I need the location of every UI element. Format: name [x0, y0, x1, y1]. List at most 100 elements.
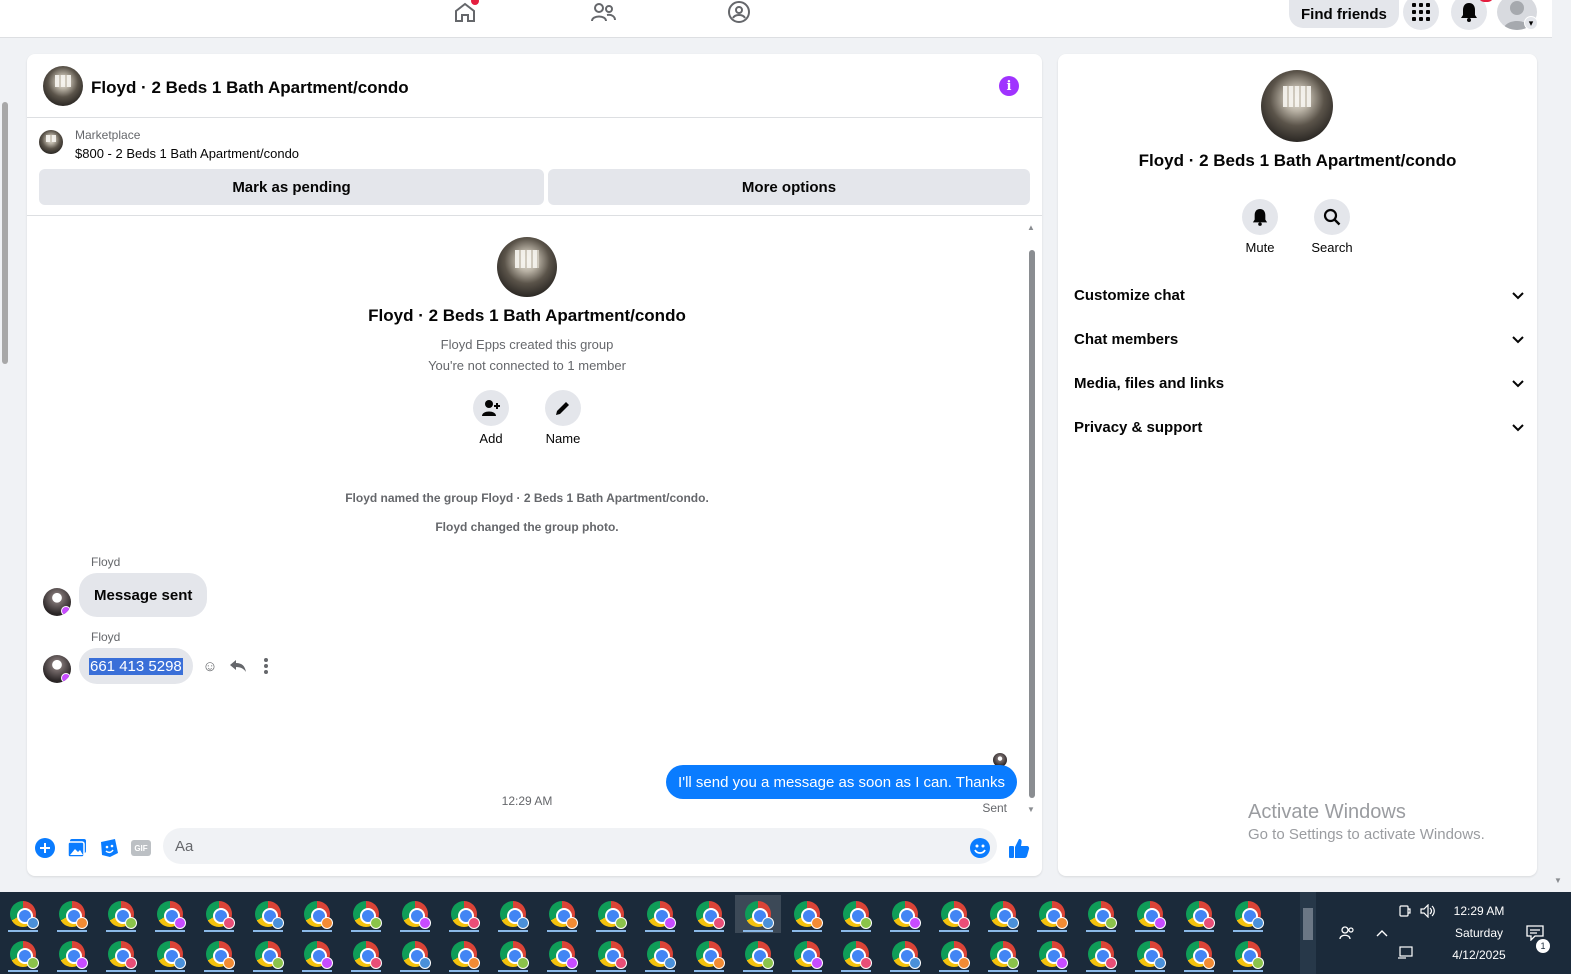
taskbar-browser-window[interactable]: [931, 895, 977, 933]
taskbar-browser-window[interactable]: [735, 895, 781, 933]
taskbar-browser-window[interactable]: [784, 895, 830, 933]
message-input[interactable]: [163, 828, 997, 864]
taskbar-browser-window[interactable]: [196, 935, 242, 973]
outgoing-message-bubble[interactable]: I'll send you a message as soon as I can…: [666, 765, 1017, 799]
clock-date[interactable]: 4/12/2025: [1439, 948, 1519, 962]
taskbar-browser-window[interactable]: [1029, 895, 1075, 933]
search-button[interactable]: [1314, 199, 1350, 235]
taskbar-browser-window[interactable]: [1225, 935, 1271, 973]
scroll-up-arrow-icon[interactable]: ▲: [1027, 223, 1035, 232]
taskbar-browser-window[interactable]: [588, 935, 634, 973]
accordion-chat-members[interactable]: Chat members: [1074, 327, 1524, 351]
taskbar-browser-window[interactable]: [1176, 935, 1222, 973]
taskbar-browser-window[interactable]: [294, 935, 340, 973]
taskbar-browser-window[interactable]: [392, 935, 438, 973]
taskbar-browser-window[interactable]: [441, 935, 487, 973]
photo-gallery-icon[interactable]: [66, 837, 88, 859]
sender-avatar[interactable]: [43, 655, 71, 683]
taskbar-browser-window[interactable]: [245, 895, 291, 933]
taskbar-browser-window[interactable]: [294, 895, 340, 933]
taskbar-browser-window[interactable]: [539, 895, 585, 933]
taskbar-browser-window[interactable]: [784, 935, 830, 973]
info-icon[interactable]: i: [999, 76, 1019, 96]
mark-as-pending-button[interactable]: Mark as pending: [39, 169, 544, 205]
volume-icon[interactable]: [1419, 902, 1437, 920]
chat-avatar[interactable]: [43, 66, 83, 106]
incoming-message-bubble[interactable]: 661 413 5298: [79, 648, 193, 684]
add-member-button[interactable]: [473, 390, 509, 426]
sticker-icon[interactable]: [98, 837, 120, 859]
taskbar-browser-window[interactable]: [343, 895, 389, 933]
listing-thumbnail[interactable]: [39, 130, 63, 154]
reply-icon[interactable]: [228, 656, 248, 676]
react-emoji-icon[interactable]: ☺: [200, 656, 220, 676]
taskbar-browser-window[interactable]: [686, 895, 732, 933]
notifications-bell-icon[interactable]: [1451, 0, 1493, 30]
taskbar-browser-window[interactable]: [980, 935, 1026, 973]
taskbar-browser-window[interactable]: [1225, 895, 1271, 933]
plus-circle-icon[interactable]: [34, 837, 56, 859]
taskbar-scrollbar-thumb[interactable]: [1303, 908, 1313, 940]
info-panel-avatar[interactable]: [1261, 70, 1333, 142]
taskbar-browser-window[interactable]: [735, 935, 781, 973]
taskbar-browser-window[interactable]: [196, 895, 242, 933]
taskbar-browser-window[interactable]: [980, 895, 1026, 933]
taskbar-browser-window[interactable]: [686, 935, 732, 973]
taskbar-browser-window[interactable]: [1176, 895, 1222, 933]
taskbar-scrollbar[interactable]: [1300, 892, 1316, 974]
taskbar-browser-window[interactable]: [882, 935, 928, 973]
taskbar-browser-window[interactable]: [833, 935, 879, 973]
message-list[interactable]: Floyd · 2 Beds 1 Bath Apartment/condo Fl…: [27, 217, 1042, 815]
sender-avatar[interactable]: [43, 588, 71, 616]
taskbar-browser-window[interactable]: [392, 895, 438, 933]
taskbar-browser-window[interactable]: [1127, 935, 1173, 973]
message-scrollbar-thumb[interactable]: [1029, 250, 1035, 798]
taskbar-browser-window[interactable]: [1029, 935, 1075, 973]
friends-icon[interactable]: [589, 0, 617, 24]
taskbar-browser-window[interactable]: [147, 895, 193, 933]
incoming-message-bubble[interactable]: Message sent: [79, 573, 208, 617]
more-options-button[interactable]: More options: [548, 169, 1030, 205]
chevron-up-icon[interactable]: [1373, 924, 1391, 942]
clock-time[interactable]: 12:29 AM: [1439, 904, 1519, 918]
marketplace-listing-link[interactable]: $800 - 2 Beds 1 Bath Apartment/condo: [75, 146, 299, 161]
accordion-media-files-links[interactable]: Media, files and links: [1074, 371, 1524, 395]
taskbar-browser-window[interactable]: [0, 895, 46, 933]
taskbar-browser-window[interactable]: [1078, 935, 1124, 973]
battery-power-icon[interactable]: [1396, 902, 1414, 920]
more-vertical-icon[interactable]: [256, 656, 276, 676]
taskbar-browser-window[interactable]: [49, 935, 95, 973]
home-icon[interactable]: [451, 0, 479, 24]
taskbar-browser-window[interactable]: [49, 895, 95, 933]
gif-icon[interactable]: GIF: [130, 837, 152, 859]
selected-phone-number[interactable]: 661 413 5298: [89, 657, 183, 675]
taskbar-browser-window[interactable]: [245, 935, 291, 973]
scroll-down-arrow-icon[interactable]: ▼: [1027, 805, 1035, 814]
network-icon[interactable]: [1396, 944, 1414, 962]
find-friends-button[interactable]: Find friends: [1289, 0, 1399, 28]
groups-icon[interactable]: [725, 0, 753, 24]
taskbar-browser-window[interactable]: [147, 935, 193, 973]
accordion-customize-chat[interactable]: Customize chat: [1074, 283, 1524, 307]
people-icon[interactable]: [1338, 924, 1356, 942]
taskbar-browser-window[interactable]: [343, 935, 389, 973]
taskbar-browser-window[interactable]: [882, 895, 928, 933]
taskbar-browser-window[interactable]: [637, 895, 683, 933]
page-scrollbar-thumb[interactable]: [2, 102, 8, 364]
menu-grid-icon[interactable]: [1403, 0, 1439, 30]
group-avatar[interactable]: [497, 237, 557, 297]
taskbar-browser-window[interactable]: [539, 935, 585, 973]
emoji-icon[interactable]: [969, 837, 991, 859]
chevron-down-icon[interactable]: ▾: [1524, 16, 1538, 30]
taskbar-browser-window[interactable]: [637, 935, 683, 973]
taskbar-browser-window[interactable]: [1078, 895, 1124, 933]
taskbar-browser-window[interactable]: [0, 935, 46, 973]
taskbar-browser-window[interactable]: [98, 895, 144, 933]
chat-title[interactable]: Floyd · 2 Beds 1 Bath Apartment/condo: [91, 78, 409, 98]
accordion-privacy-support[interactable]: Privacy & support: [1074, 415, 1524, 439]
mute-button[interactable]: [1242, 199, 1278, 235]
message-scrollbar[interactable]: ▲ ▼: [1026, 223, 1038, 814]
clock-day[interactable]: Saturday: [1439, 926, 1519, 940]
edit-name-button[interactable]: [545, 390, 581, 426]
page-scroll-down-arrow-icon[interactable]: ▼: [1554, 876, 1562, 885]
